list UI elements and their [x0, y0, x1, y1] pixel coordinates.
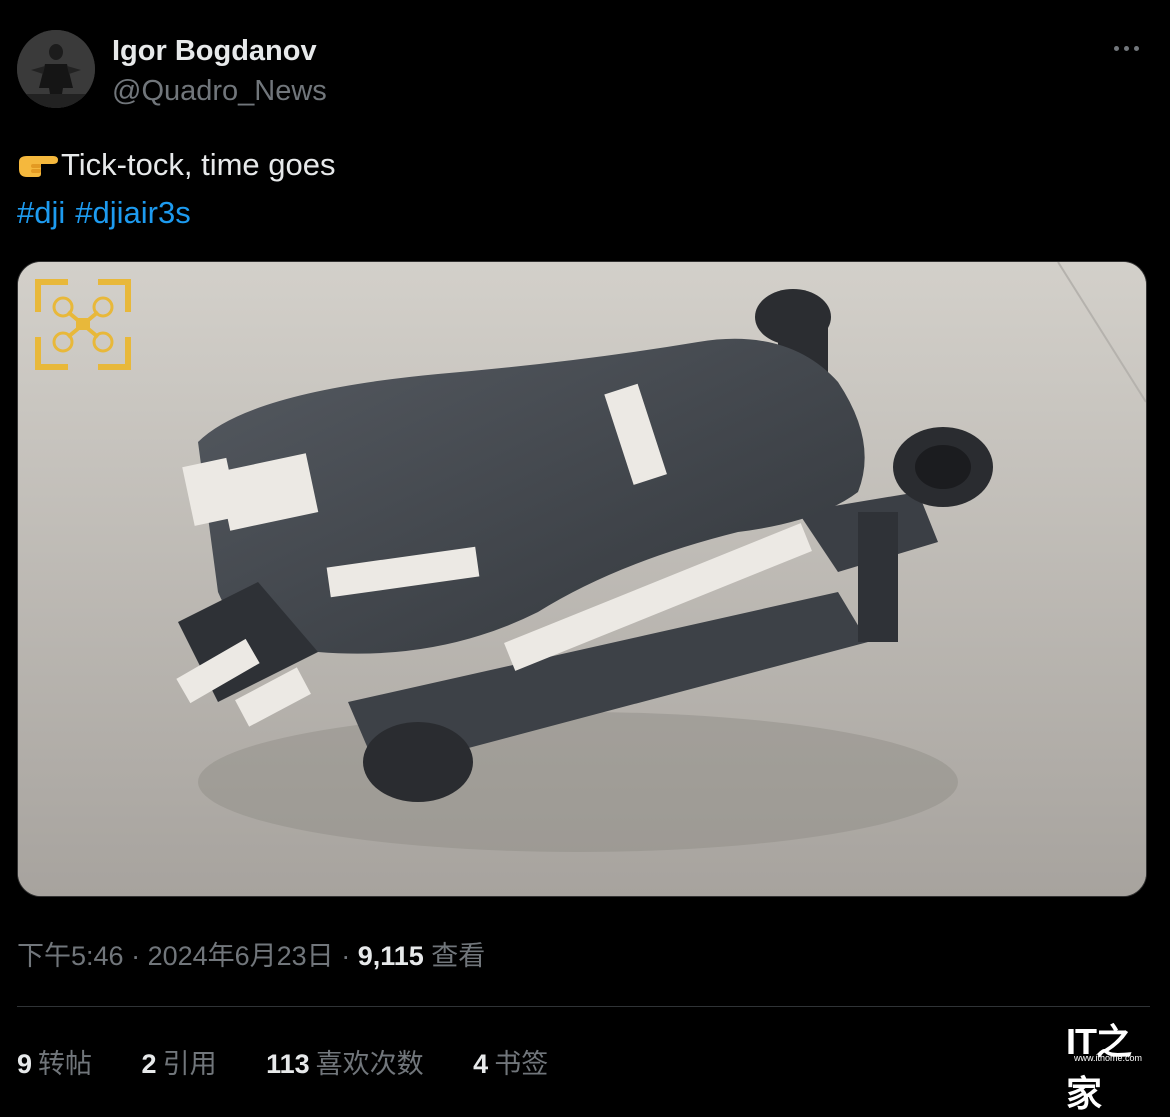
tweet-body: Tick-tock, time goes — [61, 147, 336, 182]
ithome-watermark: IT之家 www.ithome.com — [1066, 1013, 1150, 1114]
bookmarks-stat[interactable]: 4 书签 — [473, 1042, 548, 1081]
avatar[interactable] — [17, 30, 95, 108]
likes-label: 喜欢次数 — [315, 1049, 424, 1079]
tweet-text: Tick-tock, time goes — [17, 146, 335, 184]
retweets-label: 转帖 — [38, 1049, 93, 1079]
avatar-figure-icon — [17, 30, 95, 108]
tweet-media-image[interactable] — [17, 261, 1147, 897]
hashtag-dji[interactable]: #dji — [17, 195, 65, 230]
retweets-count: 9 — [17, 1049, 33, 1079]
drone-photo — [18, 262, 1146, 896]
tweet-header: Igor Bogdanov @Quadro_News — [17, 30, 1150, 110]
author-handle[interactable]: @Quadro_News — [112, 75, 327, 108]
meta-separator: · — [333, 941, 358, 971]
retweets-stat[interactable]: 9 转帖 — [17, 1042, 92, 1081]
quotes-count: 2 — [141, 1049, 157, 1079]
bookmarks-label: 书签 — [494, 1049, 549, 1079]
meta-separator: · — [123, 941, 148, 971]
likes-stat[interactable]: 113 喜欢次数 — [266, 1042, 424, 1081]
engagement-stats: 9 转帖 2 引用 113 喜欢次数 4 书签 — [17, 1042, 590, 1081]
quotes-stat[interactable]: 2 引用 — [142, 1042, 217, 1081]
author-name[interactable]: Igor Bogdanov — [112, 35, 317, 68]
views-count: 9,115 — [357, 941, 424, 971]
likes-count: 113 — [266, 1049, 310, 1079]
divider — [17, 1006, 1150, 1007]
more-options-icon[interactable] — [1112, 38, 1142, 58]
hashtag-list: #dji #djiair3s — [17, 195, 201, 231]
tweet-meta: 下午5:46 · 2024年6月23日 · 9,115 查看 — [17, 934, 485, 973]
tweet-time[interactable]: 下午5:46 — [17, 941, 124, 971]
tweet-date[interactable]: 2024年6月23日 — [148, 941, 334, 971]
hashtag-djiair3s[interactable]: #djiair3s — [75, 195, 190, 230]
bookmarks-count: 4 — [473, 1049, 489, 1079]
ithome-url: www.ithome.com — [1074, 1053, 1143, 1063]
ithome-logo: IT之家 — [1066, 1021, 1132, 1114]
quotes-label: 引用 — [162, 1049, 217, 1079]
views-label: 查看 — [423, 941, 486, 971]
pointing-hand-emoji-icon — [19, 156, 58, 177]
